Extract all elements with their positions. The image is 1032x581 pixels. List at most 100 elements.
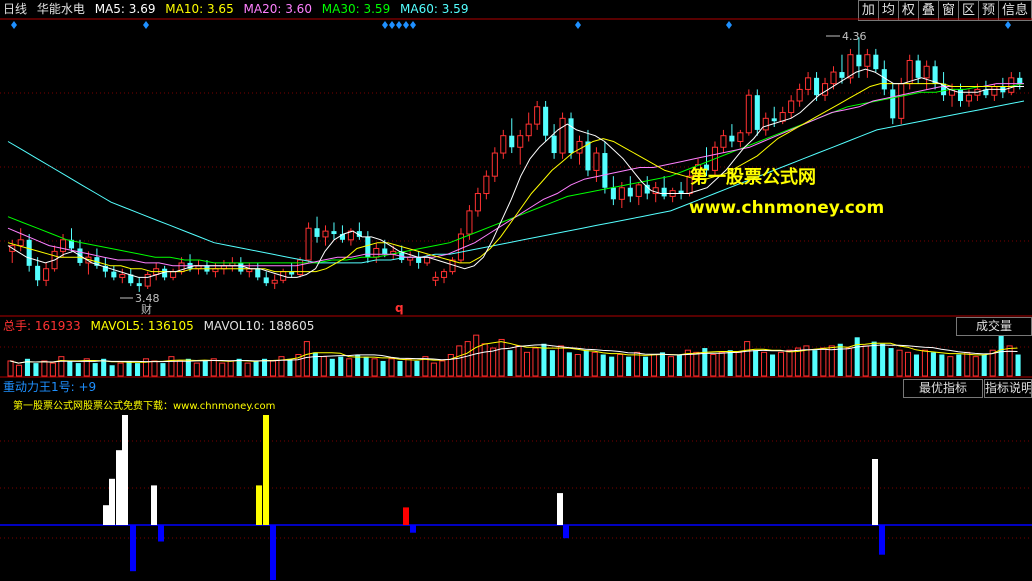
volume-bar bbox=[921, 349, 928, 377]
volume-bar bbox=[566, 352, 572, 376]
candle-body bbox=[551, 135, 557, 154]
volume-bar bbox=[913, 354, 920, 376]
volume-header: 总手: 161933 MAVOL5: 136105 MAVOL10: 18860… bbox=[3, 318, 320, 335]
volume-bar bbox=[380, 360, 386, 376]
candle-body bbox=[474, 193, 481, 212]
indicator-explain-button[interactable]: 指标说明 bbox=[984, 379, 1032, 398]
mavol5-value: MAVOL5: 136105 bbox=[90, 319, 194, 333]
volume-bar bbox=[998, 335, 1004, 376]
indicator-bar-down bbox=[879, 525, 885, 555]
indicator-bar-down bbox=[410, 525, 416, 533]
volume-bar bbox=[786, 349, 793, 377]
volume-bar bbox=[33, 363, 39, 376]
volume-bar bbox=[329, 358, 335, 376]
indicator-bar-up bbox=[103, 505, 109, 525]
volume-bar bbox=[609, 356, 615, 376]
indicator-bar-up bbox=[122, 415, 128, 525]
ma30-line bbox=[7, 83, 1025, 264]
volume-bar bbox=[490, 347, 497, 377]
volume-bar bbox=[930, 352, 936, 376]
volume-bar bbox=[626, 356, 632, 376]
candle-body bbox=[440, 271, 448, 278]
indicator-bar-up bbox=[256, 485, 262, 525]
candle-body bbox=[737, 132, 744, 142]
indicator-bar-up bbox=[116, 450, 122, 525]
volume-bar bbox=[947, 356, 954, 377]
indicator-name[interactable]: 重动力王1号: +9 bbox=[3, 380, 96, 394]
best-indicator-button[interactable]: 最优指标 bbox=[903, 379, 983, 398]
candle-body bbox=[805, 77, 812, 90]
candle-body bbox=[1008, 77, 1015, 93]
volume-bar bbox=[117, 362, 124, 377]
candle-body bbox=[271, 279, 278, 284]
volume-bar bbox=[777, 351, 785, 377]
volume-bar bbox=[202, 360, 208, 376]
volume-bar bbox=[464, 341, 471, 377]
volume-bar bbox=[447, 354, 454, 377]
candle-body bbox=[322, 230, 329, 238]
volume-bar bbox=[880, 343, 886, 376]
ma20-line bbox=[7, 83, 1024, 267]
candle-body bbox=[568, 118, 574, 154]
candle-body bbox=[610, 187, 616, 200]
indicator-bar-down bbox=[563, 525, 569, 539]
candle-body bbox=[576, 140, 583, 154]
volume-bar bbox=[363, 356, 369, 376]
volume-bar bbox=[871, 341, 877, 376]
volume-bar bbox=[904, 351, 912, 377]
candle-body bbox=[661, 187, 667, 197]
volume-bar bbox=[456, 345, 463, 377]
volume-bar bbox=[210, 358, 217, 377]
volume-bar bbox=[439, 360, 446, 377]
candle-body bbox=[839, 72, 845, 78]
candle-body bbox=[509, 135, 515, 148]
volume-bar bbox=[269, 360, 277, 377]
indicator-bar-down bbox=[270, 525, 276, 580]
volume-bar bbox=[405, 358, 412, 377]
volume-bar bbox=[236, 358, 242, 376]
volume-bar bbox=[964, 351, 971, 377]
candle-body bbox=[627, 187, 633, 197]
candle-body bbox=[314, 228, 320, 237]
candle-body bbox=[762, 117, 769, 131]
candles bbox=[9, 37, 1023, 292]
volume-bar bbox=[193, 362, 200, 377]
candle-body bbox=[17, 239, 24, 247]
q-marker[interactable]: q bbox=[395, 301, 404, 315]
indicator-bar-up bbox=[151, 485, 157, 525]
volume-bar bbox=[591, 351, 598, 377]
candle-body bbox=[500, 135, 507, 154]
candle-body bbox=[416, 257, 422, 263]
volume-bar bbox=[956, 354, 962, 376]
candle-body bbox=[771, 118, 777, 122]
indicator-bar-up bbox=[403, 507, 409, 525]
mavol10-value: MAVOL10: 188605 bbox=[203, 319, 315, 333]
volume-bar bbox=[397, 360, 403, 376]
signal-dot-8 bbox=[726, 21, 732, 29]
volume-bar bbox=[312, 352, 318, 376]
volume-button[interactable]: 成交量 bbox=[956, 317, 1032, 336]
candle-body bbox=[821, 83, 829, 96]
candle-body bbox=[906, 59, 913, 85]
volume-bar bbox=[532, 347, 539, 377]
candle-body bbox=[635, 184, 642, 197]
signal-dot-7 bbox=[575, 21, 581, 29]
signal-dot-3 bbox=[389, 21, 395, 29]
indicator-bar-down bbox=[158, 525, 164, 542]
volume-bar bbox=[253, 360, 259, 376]
volume-bar bbox=[58, 356, 65, 377]
volume-bar bbox=[355, 354, 361, 376]
volume-bar bbox=[109, 365, 115, 376]
volume-bar bbox=[643, 356, 649, 376]
volume-bar bbox=[388, 358, 395, 377]
kline-chart[interactable]: 4.36 3.48 财 q bbox=[0, 0, 1032, 581]
volume-bar bbox=[735, 351, 742, 377]
cai-marker[interactable]: 财 bbox=[141, 302, 152, 316]
candle-body bbox=[991, 86, 998, 96]
volume-bar bbox=[600, 354, 606, 376]
signal-dot-4 bbox=[396, 21, 402, 29]
candle-body bbox=[517, 135, 524, 148]
candle-body bbox=[136, 283, 142, 287]
watermark-url: www.chnmoney.com bbox=[689, 198, 885, 218]
volume-bar bbox=[346, 358, 353, 377]
